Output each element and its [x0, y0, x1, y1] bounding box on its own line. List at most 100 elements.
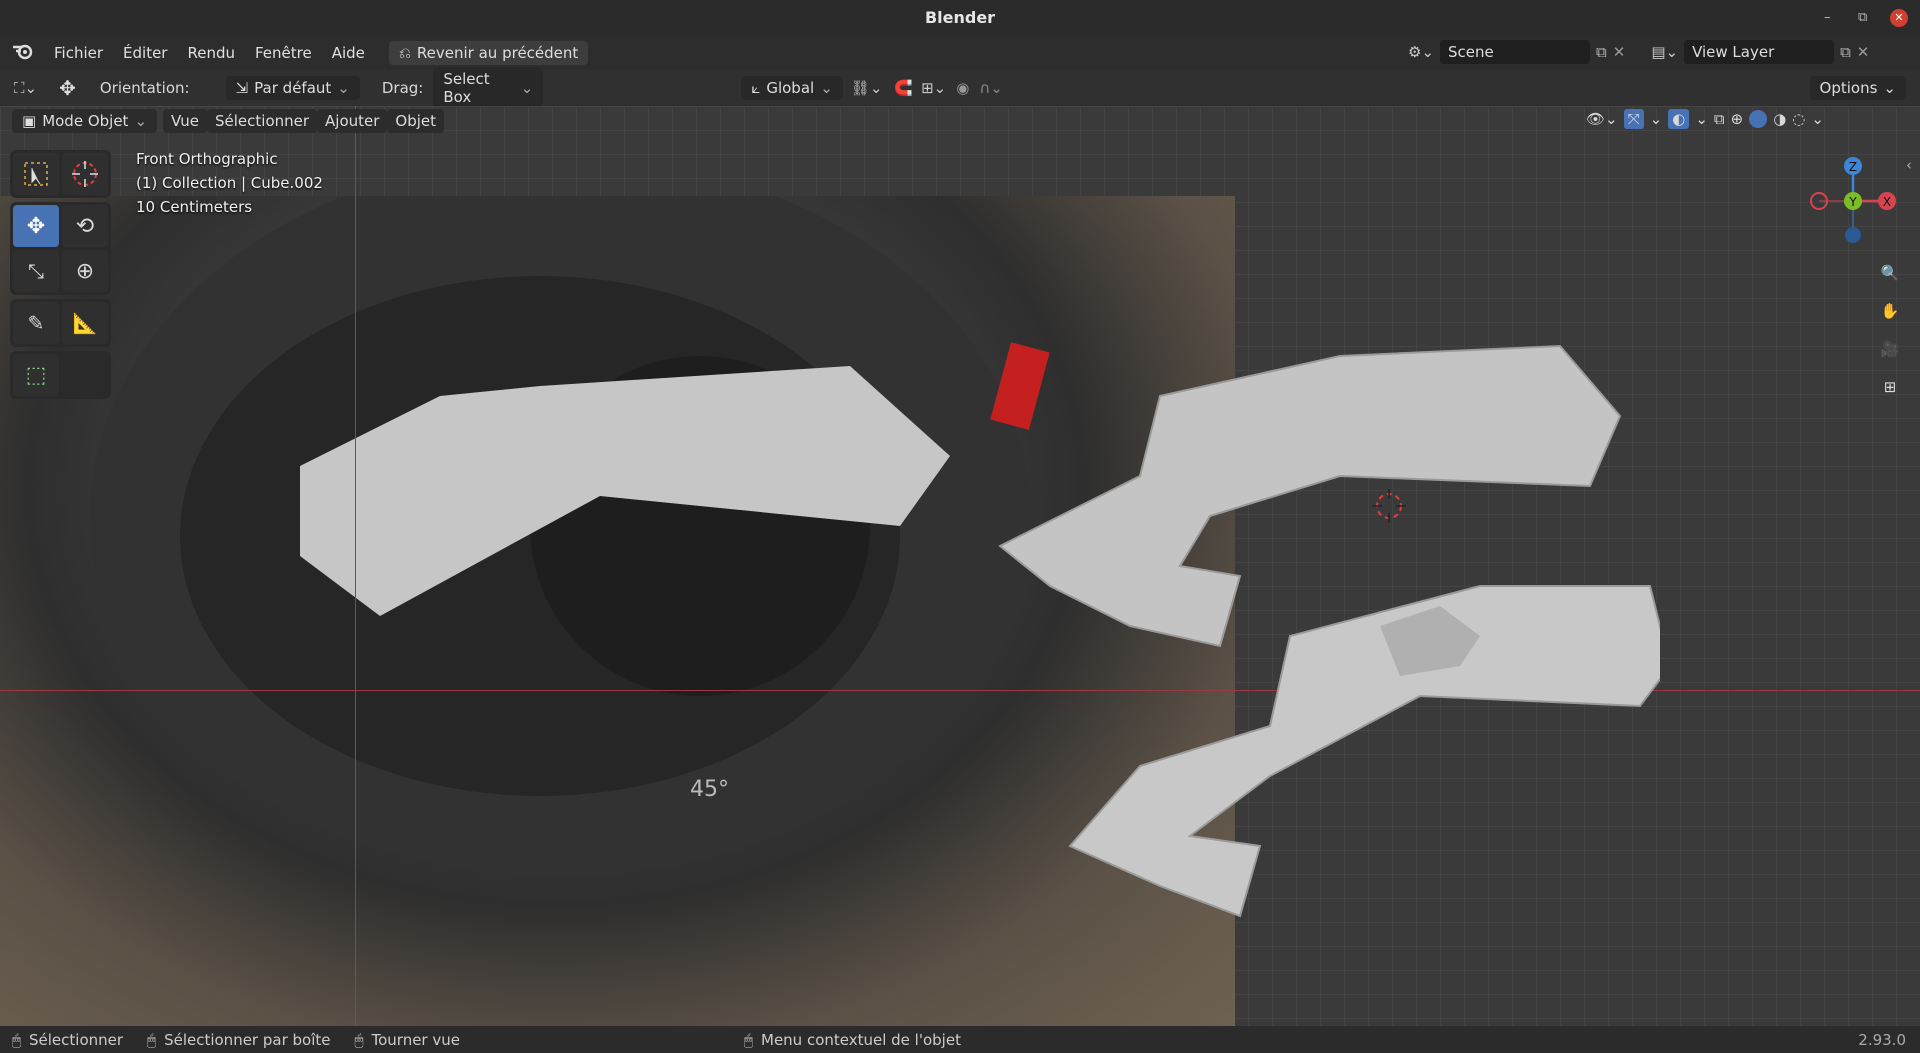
remove-view-layer-icon[interactable]: ✕	[1857, 43, 1870, 61]
measure-tool-icon[interactable]: 📐	[62, 302, 108, 344]
3d-viewport[interactable]: 45° Z X Y 🔍 ✋ 🎥 ⊞ ‹	[0, 106, 1920, 1026]
view-name: Front Orthographic	[136, 150, 278, 168]
status-context-menu-label: Menu contextuel de l'objet	[761, 1030, 961, 1049]
revert-icon: ⎌	[398, 44, 411, 62]
status-rotate-view: 🖱 Tourner vue	[342, 1031, 472, 1049]
select-box-tool-icon[interactable]	[13, 153, 59, 195]
mouse-middle-icon: 🖱	[354, 1030, 364, 1049]
window-title: Blender	[0, 0, 1920, 36]
menu-select[interactable]: Sélectionner	[207, 109, 318, 133]
top-menubar: Fichier Éditer Rendu Fenêtre Aide ⎌ Reve…	[0, 36, 1920, 70]
revert-label: Revenir au précédent	[416, 44, 579, 62]
new-view-layer-icon[interactable]: ⧉	[1840, 43, 1851, 61]
transform-orientation-dropdown[interactable]: ⟀ Global	[741, 76, 843, 100]
maximize-button[interactable]: ⧉	[1858, 0, 1867, 36]
scale-tool-icon[interactable]: ⤡	[13, 250, 59, 292]
menu-edit[interactable]: Éditer	[113, 44, 177, 62]
wireframe-shading-icon[interactable]: ⊕	[1731, 110, 1744, 128]
menu-view[interactable]: Vue	[163, 109, 207, 133]
gizmo-dropdown-icon[interactable]: ⌄	[1650, 110, 1663, 128]
snap-target-icon[interactable]: ⊞⌄	[917, 79, 950, 97]
transform-orientation-value: Global	[766, 79, 815, 97]
drag-dropdown[interactable]: Select Box	[433, 67, 544, 109]
cursor-tool-icon[interactable]	[62, 153, 108, 195]
mode-dropdown[interactable]: ▣ Mode Objet	[12, 109, 158, 133]
z-axis-line	[355, 106, 356, 1026]
annotate-tool-icon[interactable]: ✎	[13, 302, 59, 344]
object-mode-icon: ▣	[22, 112, 37, 130]
snap-icon[interactable]: 🧲	[890, 79, 917, 97]
orientation-value: Par défaut	[254, 79, 332, 97]
grid-icon[interactable]: ⊞	[1872, 370, 1908, 404]
gizmo-y-label: Y	[1848, 195, 1857, 209]
options-dropdown[interactable]: Options ⌄	[1809, 76, 1906, 100]
pan-hand-icon[interactable]: ✋	[1872, 294, 1908, 328]
tool-header: ⛶⌄ ✥ Orientation: ⇲ Par défaut Drag: Sel…	[0, 67, 1920, 109]
transform-tool-icon[interactable]: ⊕	[62, 250, 108, 292]
menu-render[interactable]: Rendu	[177, 44, 245, 62]
gizmo-z-label: Z	[1849, 160, 1857, 174]
view-layer-field[interactable]: View Layer	[1684, 40, 1835, 64]
status-box-select: 🖱 Sélectionner par boîte	[135, 1031, 342, 1049]
collection-info: (1) Collection | Cube.002	[136, 174, 323, 192]
mesh-objects[interactable]	[960, 246, 1660, 1006]
visibility-eye-icon[interactable]: 👁⌄	[1586, 110, 1618, 128]
status-context-menu: 🖱 Menu contextuel de l'objet	[732, 1031, 973, 1049]
reference-marking: 45°	[690, 777, 729, 802]
menu-add[interactable]: Ajouter	[317, 109, 388, 133]
status-box-select-label: Sélectionner par boîte	[164, 1030, 331, 1049]
sidebar-toggle-icon[interactable]: ‹	[1906, 156, 1912, 174]
overlay-dropdown-icon[interactable]: ⌄	[1695, 110, 1708, 128]
view-layer-icon[interactable]: ▤⌄	[1651, 43, 1678, 61]
falloff-icon[interactable]: ∩⌄	[975, 79, 1007, 97]
orientation-label: Orientation:	[99, 79, 190, 97]
shading-dropdown-icon[interactable]: ⌄	[1811, 110, 1824, 128]
gizmo-toggle-icon[interactable]: ⤧	[1623, 109, 1644, 129]
menu-object[interactable]: Objet	[387, 109, 445, 133]
menu-window[interactable]: Fenêtre	[245, 44, 322, 62]
remove-scene-icon[interactable]: ✕	[1613, 43, 1626, 61]
overlay-toggle-icon[interactable]: ◐	[1668, 109, 1690, 129]
mouse-left-icon: 🖱	[12, 1030, 22, 1049]
menu-file[interactable]: Fichier	[44, 44, 113, 62]
drag-label: Drag:	[381, 79, 424, 97]
pivot-point-icon[interactable]: ⛓⌄	[843, 79, 891, 97]
rotate-tool-icon[interactable]: ⟲	[62, 205, 108, 247]
zoom-icon[interactable]: 🔍	[1872, 256, 1908, 290]
chevron-down-icon: ⌄	[1883, 79, 1896, 97]
view-header: ▣ Mode Objet Vue Sélectionner Ajouter Ob…	[0, 106, 1920, 136]
version-label: 2.93.0	[1858, 1030, 1906, 1049]
status-rotate-view-label: Tourner vue	[371, 1030, 460, 1049]
mode-label: Mode Objet	[42, 112, 129, 130]
move-tool-icon: ✥	[59, 76, 76, 100]
left-toolbar: ✥ ⟲ ⤡ ⊕ ✎ 📐 ⬚	[10, 150, 111, 399]
solid-shading-icon[interactable]	[1749, 110, 1768, 128]
close-button[interactable]: ✕	[1890, 9, 1908, 27]
status-select: 🖱 Sélectionner	[0, 1031, 135, 1049]
3d-cursor-icon[interactable]	[1372, 489, 1406, 523]
grid-scale: 10 Centimeters	[136, 198, 253, 216]
minimize-button[interactable]: –	[1824, 0, 1831, 36]
move-tool-button-icon[interactable]: ✥	[13, 205, 59, 247]
rendered-shading-icon[interactable]: ◌	[1792, 110, 1805, 128]
mouse-right-icon: 🖱	[743, 1030, 753, 1049]
scene-icon[interactable]: ⚙⌄	[1408, 43, 1434, 61]
options-label: Options	[1819, 79, 1878, 97]
status-select-label: Sélectionner	[29, 1030, 124, 1049]
menu-help[interactable]: Aide	[322, 44, 375, 62]
add-cube-tool-icon[interactable]: ⬚	[13, 354, 59, 396]
orientation-icon: ⇲	[235, 79, 249, 97]
material-shading-icon[interactable]: ◑	[1773, 110, 1786, 128]
proportional-edit-icon[interactable]: ◉	[950, 79, 975, 97]
camera-icon[interactable]: 🎥	[1872, 332, 1908, 366]
editor-type-icon[interactable]: ⛶⌄	[0, 79, 47, 97]
mouse-drag-icon: 🖱	[147, 1030, 157, 1049]
transform-orientation-icon: ⟀	[751, 79, 761, 97]
navigation-gizmo[interactable]: Z X Y	[1797, 148, 1907, 248]
new-scene-icon[interactable]: ⧉	[1596, 43, 1607, 61]
scene-field[interactable]: Scene	[1440, 40, 1591, 64]
revert-button[interactable]: ⎌ Revenir au précédent	[388, 41, 589, 65]
orientation-dropdown[interactable]: ⇲ Par défaut	[225, 76, 360, 100]
blender-logo-icon[interactable]	[0, 42, 44, 64]
xray-icon[interactable]: ⧉	[1714, 110, 1725, 128]
